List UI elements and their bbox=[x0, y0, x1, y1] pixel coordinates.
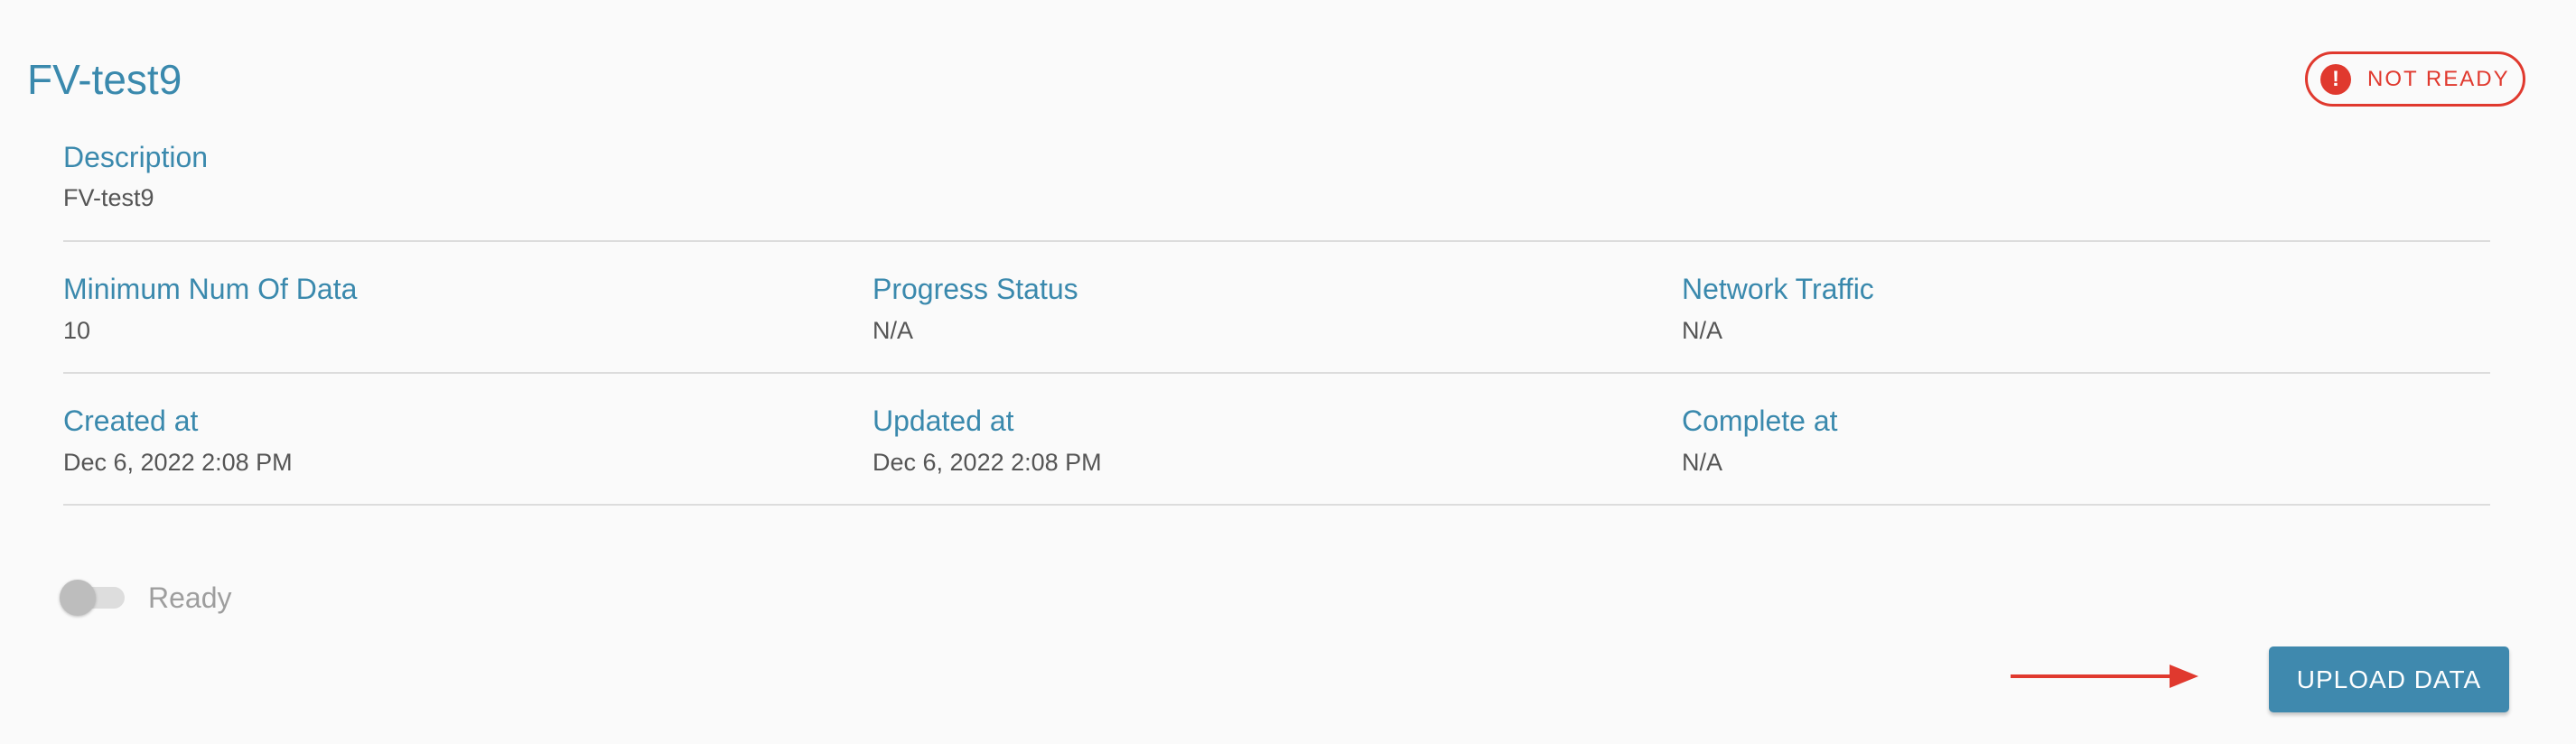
divider bbox=[63, 240, 2490, 242]
status-badge: ! NOT READY bbox=[2305, 51, 2525, 107]
exclamation-icon: ! bbox=[2320, 63, 2351, 95]
description-label: Description bbox=[63, 141, 209, 173]
created-at-label: Created at bbox=[63, 405, 199, 437]
progress-status-label: Progress Status bbox=[873, 273, 1078, 305]
network-traffic-value: N/A bbox=[1682, 317, 1723, 344]
min-num-of-data-value: 10 bbox=[63, 317, 91, 344]
min-num-of-data-label: Minimum Num Of Data bbox=[63, 273, 358, 305]
ready-toggle-label: Ready bbox=[148, 581, 232, 614]
divider bbox=[63, 504, 2490, 506]
network-traffic-label: Network Traffic bbox=[1682, 273, 1874, 305]
status-badge-label: NOT READY bbox=[2367, 66, 2510, 91]
upload-data-button[interactable]: UPLOAD DATA bbox=[2269, 646, 2509, 712]
progress-status-value: N/A bbox=[873, 317, 914, 344]
description-value: FV-test9 bbox=[63, 184, 154, 211]
dataset-detail-page: FV-test9 ! NOT READY Description FV-test… bbox=[0, 0, 2576, 744]
complete-at-value: N/A bbox=[1682, 449, 1723, 476]
updated-at-label: Updated at bbox=[873, 405, 1014, 437]
updated-at-value: Dec 6, 2022 2:08 PM bbox=[873, 449, 1102, 476]
arrow-right-icon bbox=[2011, 665, 2198, 688]
divider bbox=[63, 372, 2490, 374]
ready-toggle[interactable] bbox=[60, 578, 128, 618]
toggle-thumb bbox=[60, 580, 96, 616]
created-at-value: Dec 6, 2022 2:08 PM bbox=[63, 449, 293, 476]
page-title: FV-test9 bbox=[27, 56, 182, 103]
complete-at-label: Complete at bbox=[1682, 405, 1838, 437]
